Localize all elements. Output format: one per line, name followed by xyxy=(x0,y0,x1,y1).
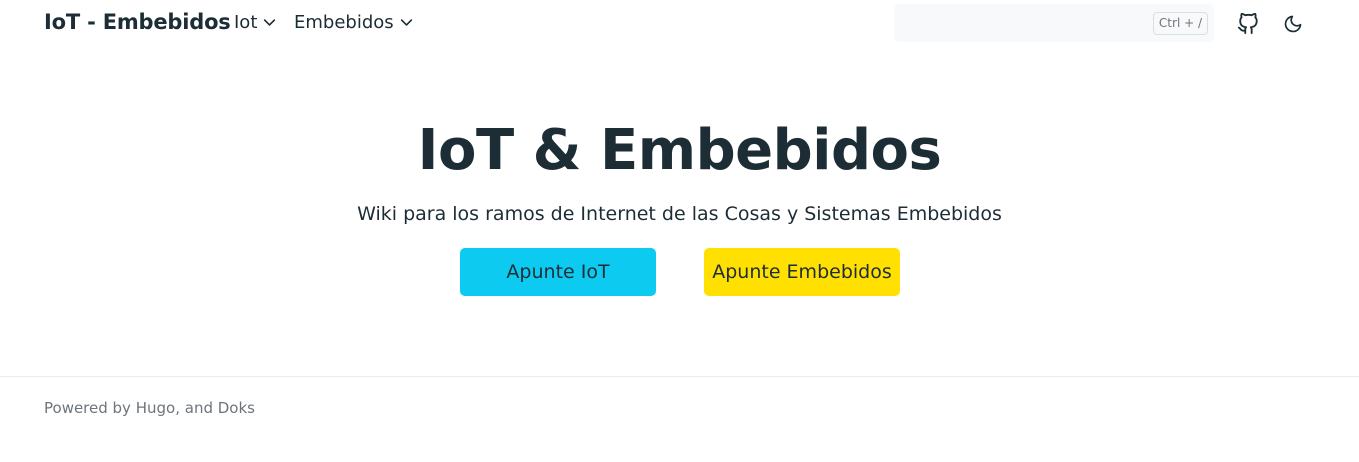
page-subtitle: Wiki para los ramos de Internet de las C… xyxy=(357,203,1002,225)
github-icon[interactable] xyxy=(1237,13,1259,35)
moon-icon[interactable] xyxy=(1283,14,1303,34)
search-shortcut-badge: Ctrl + / xyxy=(1152,12,1208,35)
nav-dropdown-embebidos-label: Embebidos xyxy=(294,12,394,33)
footer-divider xyxy=(0,376,1359,377)
nav-dropdown-embebidos[interactable]: Embebidos xyxy=(294,12,413,33)
nav-dropdown-iot-label: Iot xyxy=(234,12,258,33)
footer-prefix: Powered by xyxy=(44,399,136,417)
top-navbar: IoT - Embebidos Iot Embebidos Ctrl + / xyxy=(0,0,1359,48)
nav-dropdown-iot[interactable]: Iot xyxy=(234,12,276,33)
search-input[interactable]: Ctrl + / xyxy=(894,4,1214,42)
hugo-link[interactable]: Hugo xyxy=(136,399,176,417)
chevron-down-icon xyxy=(400,19,412,26)
apunte-iot-button[interactable]: Apunte IoT xyxy=(460,248,656,296)
footer-mid: , and xyxy=(175,399,218,417)
footer-credits: Powered by Hugo, and Doks xyxy=(44,399,255,417)
apunte-embebidos-button[interactable]: Apunte Embebidos xyxy=(704,248,900,296)
brand-link[interactable]: IoT - Embebidos xyxy=(44,10,231,34)
chevron-down-icon xyxy=(264,19,276,26)
page-title: IoT & Embebidos xyxy=(417,118,942,183)
doks-link[interactable]: Doks xyxy=(218,399,255,417)
